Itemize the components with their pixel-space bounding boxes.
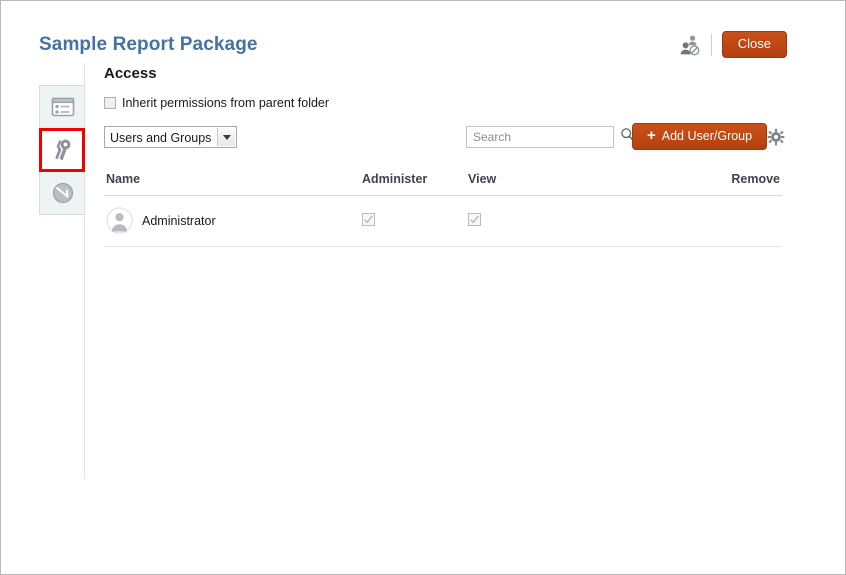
assign-user-icon[interactable] <box>679 34 701 56</box>
search-area <box>466 126 643 148</box>
sidebar-tabstrip <box>39 85 85 214</box>
administer-checkbox[interactable] <box>362 213 375 226</box>
plus-icon: + <box>647 128 656 143</box>
cell-view <box>468 196 668 247</box>
user-name: Administrator <box>142 214 216 228</box>
column-header-name[interactable]: Name <box>104 172 362 196</box>
section-title: Access <box>104 65 782 82</box>
users-groups-select[interactable]: Users and Groups <box>104 126 237 148</box>
sidebar-item-properties[interactable] <box>39 85 85 129</box>
access-panel: Access Inherit permissions from parent f… <box>104 65 782 247</box>
search-input[interactable] <box>466 126 614 148</box>
user-avatar-icon <box>106 207 133 234</box>
close-button[interactable]: Close <box>722 31 787 58</box>
access-table: Name Administer View Remove <box>104 172 782 247</box>
column-header-remove[interactable]: Remove <box>668 172 782 196</box>
table-header-row: Name Administer View Remove <box>104 172 782 196</box>
cell-name: Administrator <box>104 196 362 247</box>
header-divider <box>711 34 712 56</box>
access-dialog: Sample Report Package Close <box>0 0 846 575</box>
add-user-group-button[interactable]: + Add User/Group <box>632 123 767 150</box>
inherit-permissions-checkbox[interactable] <box>104 97 116 109</box>
page-title: Sample Report Package <box>39 34 258 56</box>
sidebar-item-history[interactable] <box>39 171 85 215</box>
access-toolbar: Users and Groups + Add User/Group <box>104 126 782 154</box>
header-actions: Close <box>679 31 787 58</box>
cell-remove[interactable] <box>668 196 782 247</box>
gear-icon[interactable] <box>767 128 785 149</box>
view-checkbox[interactable] <box>468 213 481 226</box>
chevron-down-icon[interactable] <box>217 128 235 146</box>
cell-administer <box>362 196 468 247</box>
column-header-administer[interactable]: Administer <box>362 172 468 196</box>
key-icon <box>49 137 75 163</box>
clock-history-icon <box>50 180 76 206</box>
panel-divider <box>84 63 85 479</box>
inherit-permissions-label: Inherit permissions from parent folder <box>122 96 329 110</box>
table-row[interactable]: Administrator <box>104 196 782 247</box>
column-header-view[interactable]: View <box>468 172 668 196</box>
add-user-group-label: Add User/Group <box>662 129 752 143</box>
users-groups-select-value: Users and Groups <box>105 127 217 147</box>
list-properties-icon <box>50 94 76 120</box>
inherit-permissions-row: Inherit permissions from parent folder <box>104 96 782 110</box>
sidebar-item-access[interactable] <box>39 128 85 172</box>
